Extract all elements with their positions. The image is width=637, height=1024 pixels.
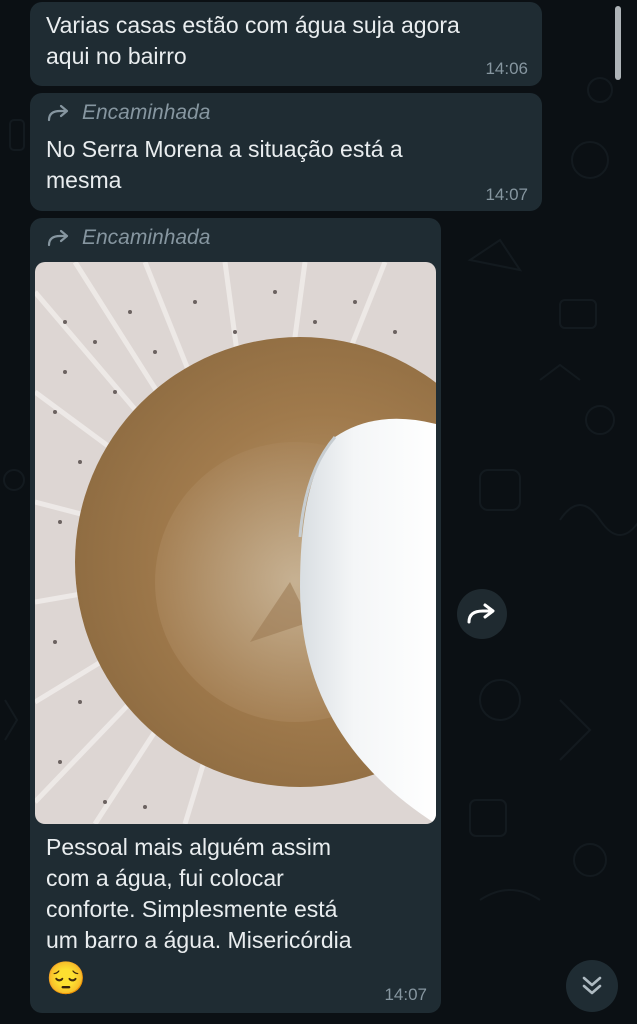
message-bubble[interactable]: Varias casas estão com água suja agora a…	[30, 2, 542, 86]
message-bubble[interactable]: Encaminhada No Serra Morena a situação e…	[30, 93, 542, 211]
message-time: 14:07	[384, 985, 427, 1004]
forward-arrow-icon	[47, 104, 69, 122]
message-time: 14:06	[485, 59, 528, 78]
message-text: Varias casas estão com água suja agora a…	[46, 12, 460, 69]
forwarded-label: Encaminhada	[46, 226, 210, 250]
share-forward-button[interactable]	[457, 589, 507, 639]
scrollbar[interactable]	[615, 6, 621, 80]
photo-muddy-water-tank[interactable]	[35, 262, 436, 824]
message-caption: Pessoal mais alguém assim com a água, fu…	[46, 834, 352, 953]
forwarded-text: Encaminhada	[82, 226, 211, 249]
share-forward-icon	[467, 603, 495, 624]
forward-arrow-icon	[47, 229, 69, 247]
double-chevron-down-icon	[582, 976, 602, 995]
message-text: No Serra Morena a situação está a mesma	[46, 136, 403, 193]
scroll-to-bottom-button[interactable]	[566, 960, 618, 1012]
image-message-bubble[interactable]: Encaminhada Pessoal mais alguém assim co…	[30, 218, 441, 1013]
message-time: 14:07	[485, 185, 528, 204]
forwarded-label: Encaminhada	[46, 101, 526, 125]
forwarded-text: Encaminhada	[82, 101, 211, 124]
pensive-face-emoji: 😔	[46, 960, 86, 996]
